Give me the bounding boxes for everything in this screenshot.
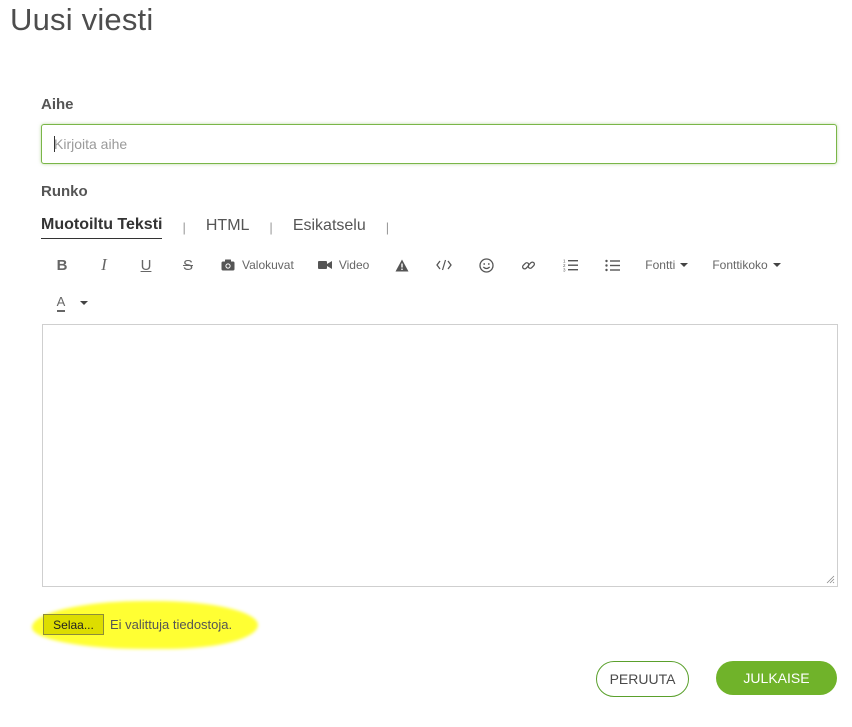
chevron-down-icon (80, 301, 88, 305)
formatting-toolbar: B I U S Valokuvat Video 123 Fontti Fontt… (41, 252, 837, 278)
smiley-icon (479, 257, 494, 273)
bold-icon: B (56, 256, 68, 274)
emoji-button[interactable] (465, 252, 507, 278)
body-label: Runko (41, 183, 88, 200)
bullet-list-icon (605, 259, 620, 271)
svg-text:3: 3 (563, 268, 566, 273)
link-button[interactable] (507, 252, 549, 278)
strikethrough-icon: S (182, 256, 193, 274)
browse-files-button[interactable]: Selaa... (43, 614, 104, 635)
tab-formatted-text[interactable]: Muotoiltu Teksti (41, 215, 163, 239)
warning-icon (395, 259, 409, 271)
video-button[interactable]: Video (306, 252, 381, 278)
tab-preview[interactable]: Esikatselu (293, 216, 366, 239)
body-editor[interactable] (42, 324, 838, 587)
underline-button[interactable]: U (125, 252, 167, 278)
bold-button[interactable]: B (41, 252, 83, 278)
font-size-label: Fonttikoko (712, 258, 768, 272)
file-status-text: Ei valittuja tiedostoja. (110, 617, 233, 632)
font-dropdown[interactable]: Fontti (633, 252, 700, 278)
cancel-button[interactable]: PERUUTA (596, 661, 689, 697)
chevron-down-icon (772, 263, 781, 267)
publish-button[interactable]: JULKAISE (716, 661, 837, 695)
tab-separator: | (385, 219, 390, 235)
font-label: Fontti (645, 258, 676, 272)
tab-separator: | (269, 219, 273, 235)
text-color-icon: A (41, 294, 81, 312)
text-color-dropdown[interactable]: A (41, 291, 88, 315)
ordered-list-button[interactable]: 123 (549, 252, 591, 278)
code-button[interactable] (423, 252, 465, 278)
italic-button[interactable]: I (83, 252, 125, 278)
camera-icon (221, 259, 235, 271)
text-cursor (54, 136, 55, 152)
tab-html[interactable]: HTML (206, 216, 250, 239)
subject-input[interactable] (41, 124, 837, 164)
underline-icon: U (140, 256, 152, 274)
italic-icon: I (101, 255, 107, 274)
video-label: Video (338, 258, 370, 272)
tab-separator: | (182, 219, 186, 235)
video-camera-icon (317, 261, 332, 269)
editor-tabs: Muotoiltu Teksti | HTML | Esikatselu | (41, 214, 409, 240)
resize-grip-icon[interactable] (826, 575, 835, 584)
ordered-list-icon: 123 (563, 259, 578, 273)
font-size-dropdown[interactable]: Fonttikoko (700, 252, 792, 278)
photos-label: Valokuvat (242, 258, 294, 272)
strikethrough-button[interactable]: S (167, 252, 209, 278)
link-icon (521, 260, 535, 270)
code-icon (436, 259, 453, 271)
photos-button[interactable]: Valokuvat (209, 252, 306, 278)
subject-label: Aihe (41, 96, 74, 113)
warning-button[interactable] (381, 252, 423, 278)
page-title: Uusi viesti (10, 2, 154, 37)
chevron-down-icon (680, 263, 689, 267)
bullet-list-button[interactable] (591, 252, 633, 278)
